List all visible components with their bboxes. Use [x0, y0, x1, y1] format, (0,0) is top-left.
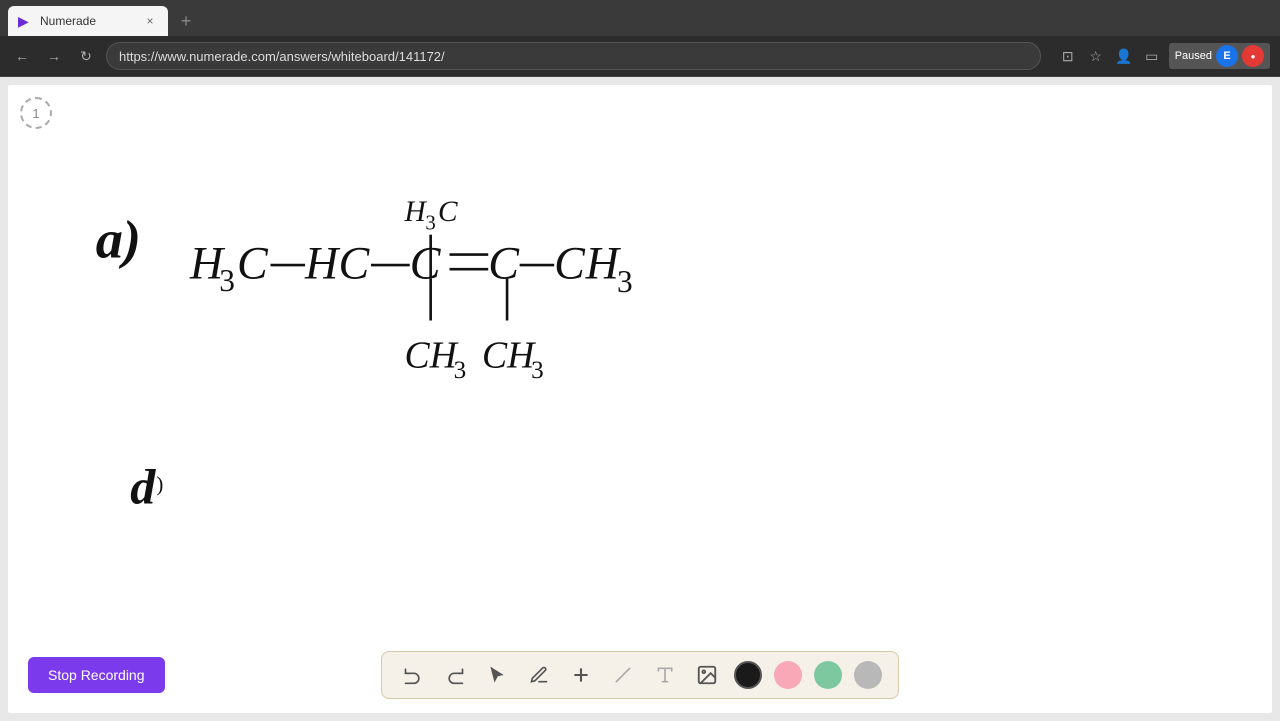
paused-badge: Paused E ● — [1169, 43, 1270, 69]
svg-text:3: 3 — [617, 264, 633, 299]
ext-red-icon[interactable]: ● — [1242, 45, 1264, 67]
color-black-swatch[interactable] — [734, 661, 762, 689]
browser-chrome: ▶ Numerade × + ← → ↻ https://www.numerad… — [0, 0, 1280, 77]
profile-icon[interactable]: 👤 — [1113, 45, 1135, 67]
cast-icon[interactable]: ▭ — [1141, 45, 1163, 67]
svg-text:3: 3 — [454, 357, 467, 384]
new-tab-button[interactable]: + — [172, 7, 200, 35]
redo-button[interactable] — [440, 660, 470, 690]
tab-close-button[interactable]: × — [142, 13, 158, 29]
svg-text:): ) — [156, 472, 163, 496]
back-button[interactable]: ← — [10, 44, 34, 68]
extension-icon-1[interactable]: ⊡ — [1057, 45, 1079, 67]
formula-canvas: .handwritten { font-family: 'Segoe UI', … — [8, 85, 1272, 713]
svg-text:H: H — [304, 238, 341, 289]
pen-tool-button[interactable] — [524, 660, 554, 690]
paused-label: Paused — [1175, 50, 1212, 62]
svg-text:C: C — [405, 335, 431, 377]
undo-button[interactable] — [398, 660, 428, 690]
tab-title: Numerade — [40, 14, 136, 28]
stop-recording-button[interactable]: Stop Recording — [28, 657, 165, 693]
svg-text:d: d — [130, 459, 156, 515]
svg-text:C: C — [438, 196, 458, 228]
toolbar — [381, 651, 899, 699]
color-pink-swatch[interactable] — [774, 661, 802, 689]
bookmark-icon[interactable]: ☆ — [1085, 45, 1107, 67]
tab-favicon: ▶ — [18, 13, 34, 29]
browser-actions: ⊡ ☆ 👤 ▭ Paused E ● — [1057, 43, 1270, 69]
url-text: https://www.numerade.com/answers/whitebo… — [119, 49, 445, 64]
eraser-button[interactable] — [608, 660, 638, 690]
svg-text:C: C — [237, 238, 269, 289]
svg-text:C: C — [482, 335, 508, 377]
svg-text:3: 3 — [219, 263, 235, 298]
svg-text:a): a) — [96, 210, 141, 270]
refresh-button[interactable]: ↻ — [74, 44, 98, 68]
forward-button[interactable]: → — [42, 44, 66, 68]
svg-text:3: 3 — [425, 210, 435, 234]
active-tab[interactable]: ▶ Numerade × — [8, 6, 168, 36]
select-tool-button[interactable] — [482, 660, 512, 690]
svg-text:C: C — [410, 238, 442, 289]
url-bar[interactable]: https://www.numerade.com/answers/whitebo… — [106, 42, 1041, 70]
add-shape-button[interactable] — [566, 660, 596, 690]
address-bar: ← → ↻ https://www.numerade.com/answers/w… — [0, 36, 1280, 76]
text-tool-button[interactable] — [650, 660, 680, 690]
image-button[interactable] — [692, 660, 722, 690]
color-gray-swatch[interactable] — [854, 661, 882, 689]
svg-text:H: H — [404, 196, 428, 228]
svg-text:C: C — [488, 238, 520, 289]
whiteboard-area[interactable]: 1 .handwritten { font-family: 'Segoe UI'… — [8, 85, 1272, 713]
main-content: 1 .handwritten { font-family: 'Segoe UI'… — [0, 77, 1280, 721]
svg-text:C: C — [339, 238, 371, 289]
tab-bar: ▶ Numerade × + — [0, 0, 1280, 36]
color-green-swatch[interactable] — [814, 661, 842, 689]
svg-text:3: 3 — [531, 357, 544, 384]
ext-e-icon[interactable]: E — [1216, 45, 1238, 67]
svg-text:C: C — [554, 238, 586, 289]
